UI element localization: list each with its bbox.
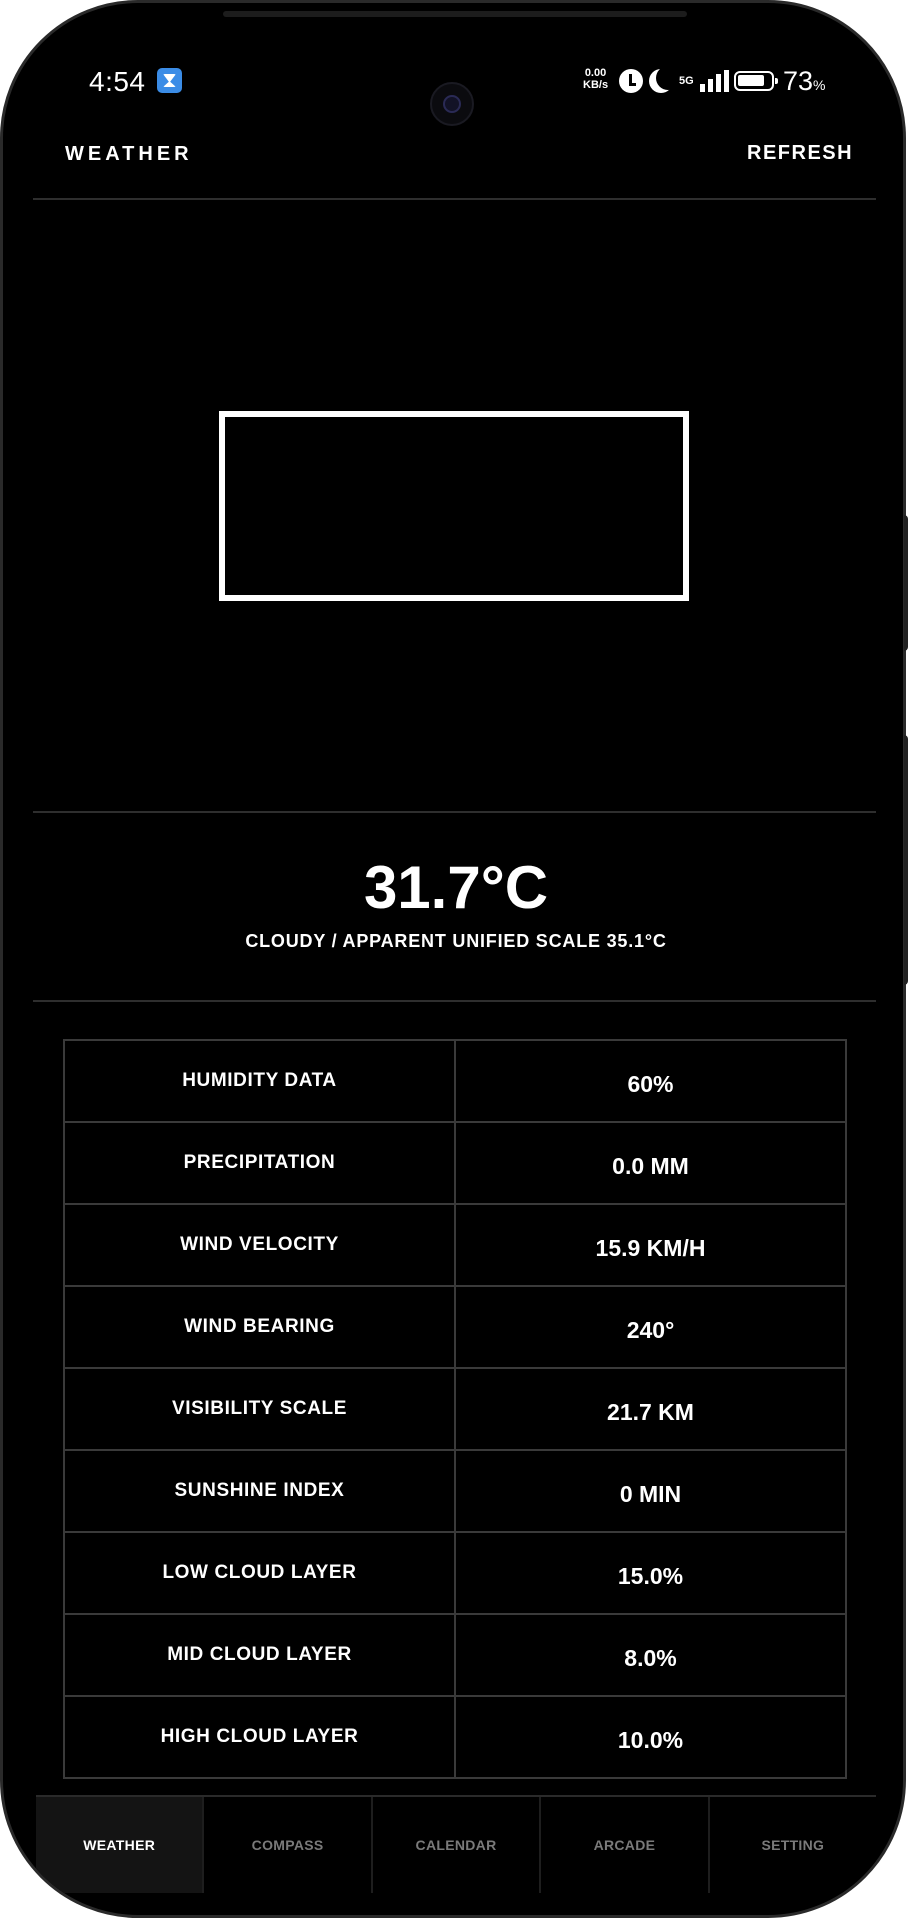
table-row: VISIBILITY SCALE 21.7 KM: [63, 1367, 847, 1451]
nav-tab-setting[interactable]: SETTING: [707, 1797, 876, 1893]
detail-label: WIND BEARING: [63, 1285, 456, 1369]
refresh-button[interactable]: REFRESH: [747, 142, 853, 165]
divider: [33, 1000, 876, 1002]
bottom-navigation: WEATHER COMPASS CALENDAR ARCADE SETTING: [36, 1795, 876, 1893]
weather-summary: CLOUDY / APPARENT UNIFIED SCALE 35.1°C: [245, 931, 667, 951]
table-row: PRECIPITATION 0.0 MM: [63, 1121, 847, 1205]
detail-value: 21.7 KM: [454, 1367, 847, 1451]
detail-value: 240°: [454, 1285, 847, 1369]
detail-label: VISIBILITY SCALE: [63, 1367, 456, 1451]
detail-label: LOW CLOUD LAYER: [63, 1531, 456, 1615]
table-row: HIGH CLOUD LAYER 10.0%: [63, 1695, 847, 1779]
power-button: [904, 735, 908, 985]
detail-value: 15.0%: [454, 1531, 847, 1615]
detail-label: WIND VELOCITY: [63, 1203, 456, 1287]
nav-tab-arcade[interactable]: ARCADE: [539, 1797, 707, 1893]
table-row: HUMIDITY DATA 60%: [63, 1039, 847, 1123]
volume-button: [904, 515, 908, 651]
detail-value: 0.0 MM: [454, 1121, 847, 1205]
detail-label: HUMIDITY DATA: [63, 1039, 456, 1123]
alarm-icon: [619, 69, 643, 93]
network-type: 5G: [679, 74, 694, 87]
weather-details-table: HUMIDITY DATA 60% PRECIPITATION 0.0 MM W…: [63, 1039, 847, 1779]
weather-icon-placeholder: [219, 411, 689, 601]
table-row: SUNSHINE INDEX 0 MIN: [63, 1449, 847, 1533]
signal-icon: [699, 70, 729, 92]
front-camera: [430, 82, 474, 126]
detail-value: 10.0%: [454, 1695, 847, 1779]
detail-value: 15.9 KM/H: [454, 1203, 847, 1287]
network-speed: 0.00 KB/s: [583, 67, 608, 91]
detail-label: MID CLOUD LAYER: [63, 1613, 456, 1697]
battery-percent: 73%: [783, 66, 826, 97]
status-time: 4:54: [89, 66, 146, 97]
table-row: WIND VELOCITY 15.9 KM/H: [63, 1203, 847, 1287]
status-icons: 5G: [619, 69, 729, 93]
divider: [33, 198, 876, 200]
nav-tab-weather[interactable]: WEATHER: [36, 1797, 203, 1893]
detail-value: 0 MIN: [454, 1449, 847, 1533]
battery-percent-symbol: %: [813, 77, 826, 93]
battery-icon: [734, 71, 778, 91]
app-title: WEATHER: [65, 143, 193, 165]
detail-value: 60%: [454, 1039, 847, 1123]
network-speed-value: 0.00: [584, 67, 607, 79]
table-row: MID CLOUD LAYER 8.0%: [63, 1613, 847, 1697]
earpiece-speaker: [223, 11, 687, 17]
nav-tab-calendar[interactable]: CALENDAR: [370, 1797, 539, 1893]
divider: [33, 811, 876, 813]
do-not-disturb-icon: [649, 69, 673, 93]
network-speed-unit: KB/s: [583, 79, 609, 91]
battery-percent-value: 73: [783, 66, 814, 96]
detail-label: PRECIPITATION: [63, 1121, 456, 1205]
detail-label: SUNSHINE INDEX: [63, 1449, 456, 1533]
current-temperature: 31.7°C: [363, 854, 549, 921]
app-notification-icon: [157, 68, 182, 93]
detail-label: HIGH CLOUD LAYER: [63, 1695, 456, 1779]
phone-frame: 4:54 0.00 KB/s 5G 73% WEATHER REFRESH 31…: [0, 0, 906, 1918]
table-row: WIND BEARING 240°: [63, 1285, 847, 1369]
detail-value: 8.0%: [454, 1613, 847, 1697]
nav-tab-compass[interactable]: COMPASS: [202, 1797, 370, 1893]
table-row: LOW CLOUD LAYER 15.0%: [63, 1531, 847, 1615]
